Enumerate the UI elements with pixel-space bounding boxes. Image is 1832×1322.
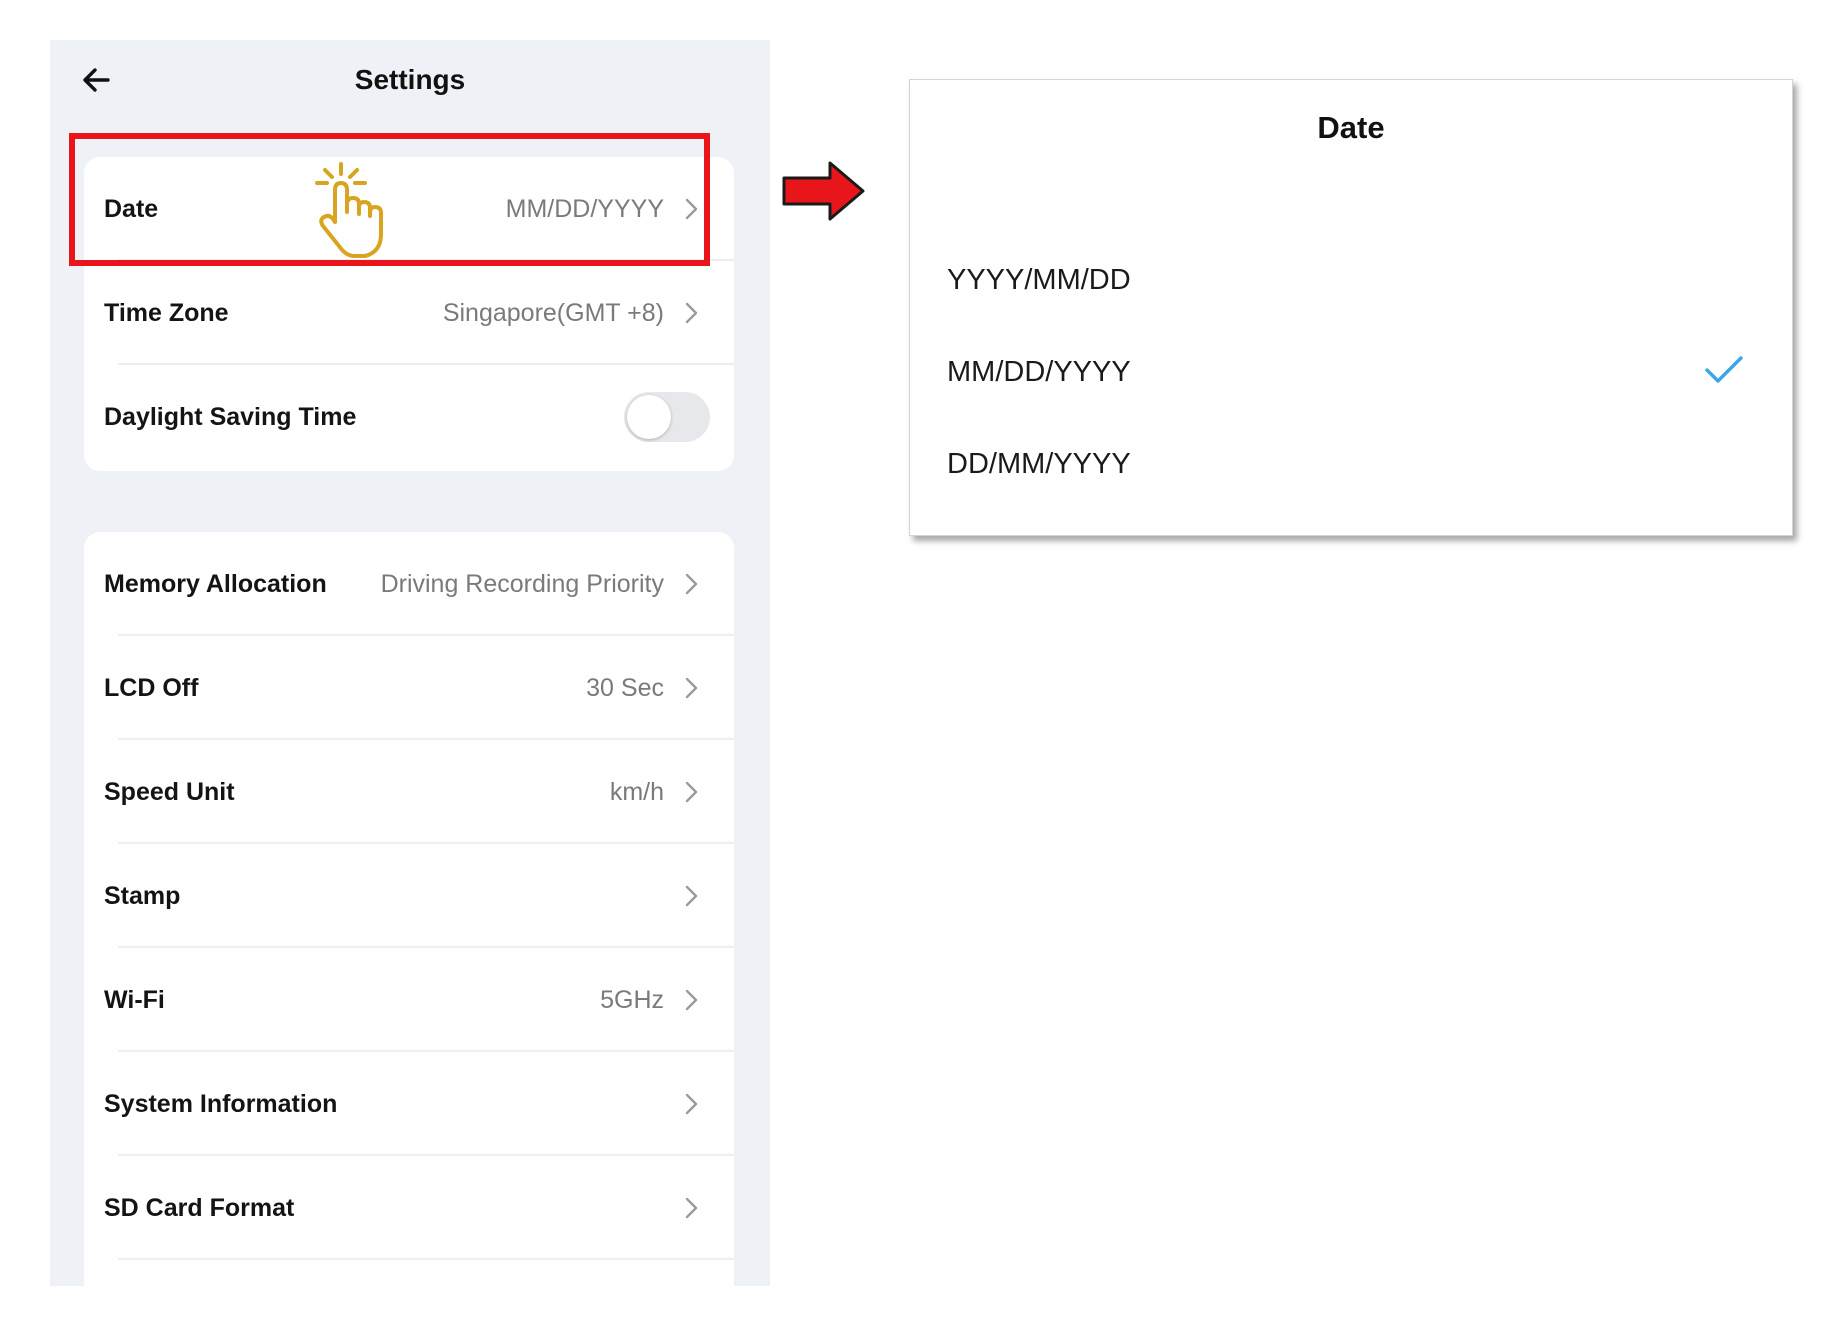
row-label: Memory Allocation	[104, 570, 327, 598]
row-label: Daylight Saving Time	[104, 403, 357, 431]
daylight-saving-toggle[interactable]	[624, 392, 710, 442]
row-value: km/h	[609, 778, 664, 806]
chevron-right-icon	[685, 1093, 698, 1115]
chevron-right-icon	[685, 885, 698, 907]
settings-row-lcd-off[interactable]: LCD Off 30 Sec	[84, 636, 734, 740]
row-label: Speed Unit	[104, 778, 235, 806]
date-option-yyyy-mm-dd[interactable]: YYYY/MM/DD	[910, 240, 1792, 320]
row-value: 5GHz	[600, 986, 664, 1014]
check-icon	[1705, 356, 1743, 383]
chevron-right-icon	[685, 989, 698, 1011]
row-label: LCD Off	[104, 674, 199, 702]
option-label: YYYY/MM/DD	[947, 264, 1131, 296]
top-bar: Settings	[50, 40, 770, 120]
row-value: Driving Recording Priority	[380, 570, 664, 598]
row-value: 30 Sec	[586, 674, 664, 702]
red-right-arrow-icon	[782, 161, 865, 221]
dialog-title: Date	[1317, 110, 1385, 145]
chevron-right-icon	[685, 1197, 698, 1219]
option-label: DD/MM/YYYY	[947, 448, 1131, 480]
page-title: Settings	[354, 64, 466, 95]
chevron-right-icon	[685, 573, 698, 595]
settings-row-sd-card-format[interactable]: SD Card Format	[84, 1156, 734, 1260]
settings-row-wifi[interactable]: Wi-Fi 5GHz	[84, 948, 734, 1052]
row-label: Wi-Fi	[104, 986, 165, 1014]
settings-row-daylight-saving: Daylight Saving Time	[84, 365, 734, 469]
settings-row-memory-allocation[interactable]: Memory Allocation Driving Recording Prio…	[84, 532, 734, 636]
row-label: Time Zone	[104, 299, 229, 327]
chevron-right-icon	[685, 302, 698, 324]
chevron-right-icon	[685, 781, 698, 803]
option-label: MM/DD/YYYY	[947, 356, 1131, 388]
date-option-mm-dd-yyyy[interactable]: MM/DD/YYYY	[910, 332, 1792, 412]
chevron-right-icon	[685, 677, 698, 699]
toggle-knob	[627, 395, 671, 439]
settings-row-stamp[interactable]: Stamp	[84, 844, 734, 948]
settings-row-system-information[interactable]: System Information	[84, 1052, 734, 1156]
row-label: Stamp	[104, 882, 181, 910]
date-format-dialog: Date YYYY/MM/DD MM/DD/YYYY DD/MM/YYYY	[909, 79, 1793, 536]
settings-group-device: Memory Allocation Driving Recording Prio…	[84, 532, 734, 1286]
row-label: System Information	[104, 1090, 338, 1118]
date-option-dd-mm-yyyy[interactable]: DD/MM/YYYY	[910, 424, 1792, 504]
settings-row-time-zone[interactable]: Time Zone Singapore(GMT +8)	[84, 261, 734, 365]
tap-hand-icon	[315, 162, 383, 258]
row-value: Singapore(GMT +8)	[442, 299, 664, 327]
row-label: SD Card Format	[104, 1194, 295, 1222]
settings-row-speed-unit[interactable]: Speed Unit km/h	[84, 740, 734, 844]
